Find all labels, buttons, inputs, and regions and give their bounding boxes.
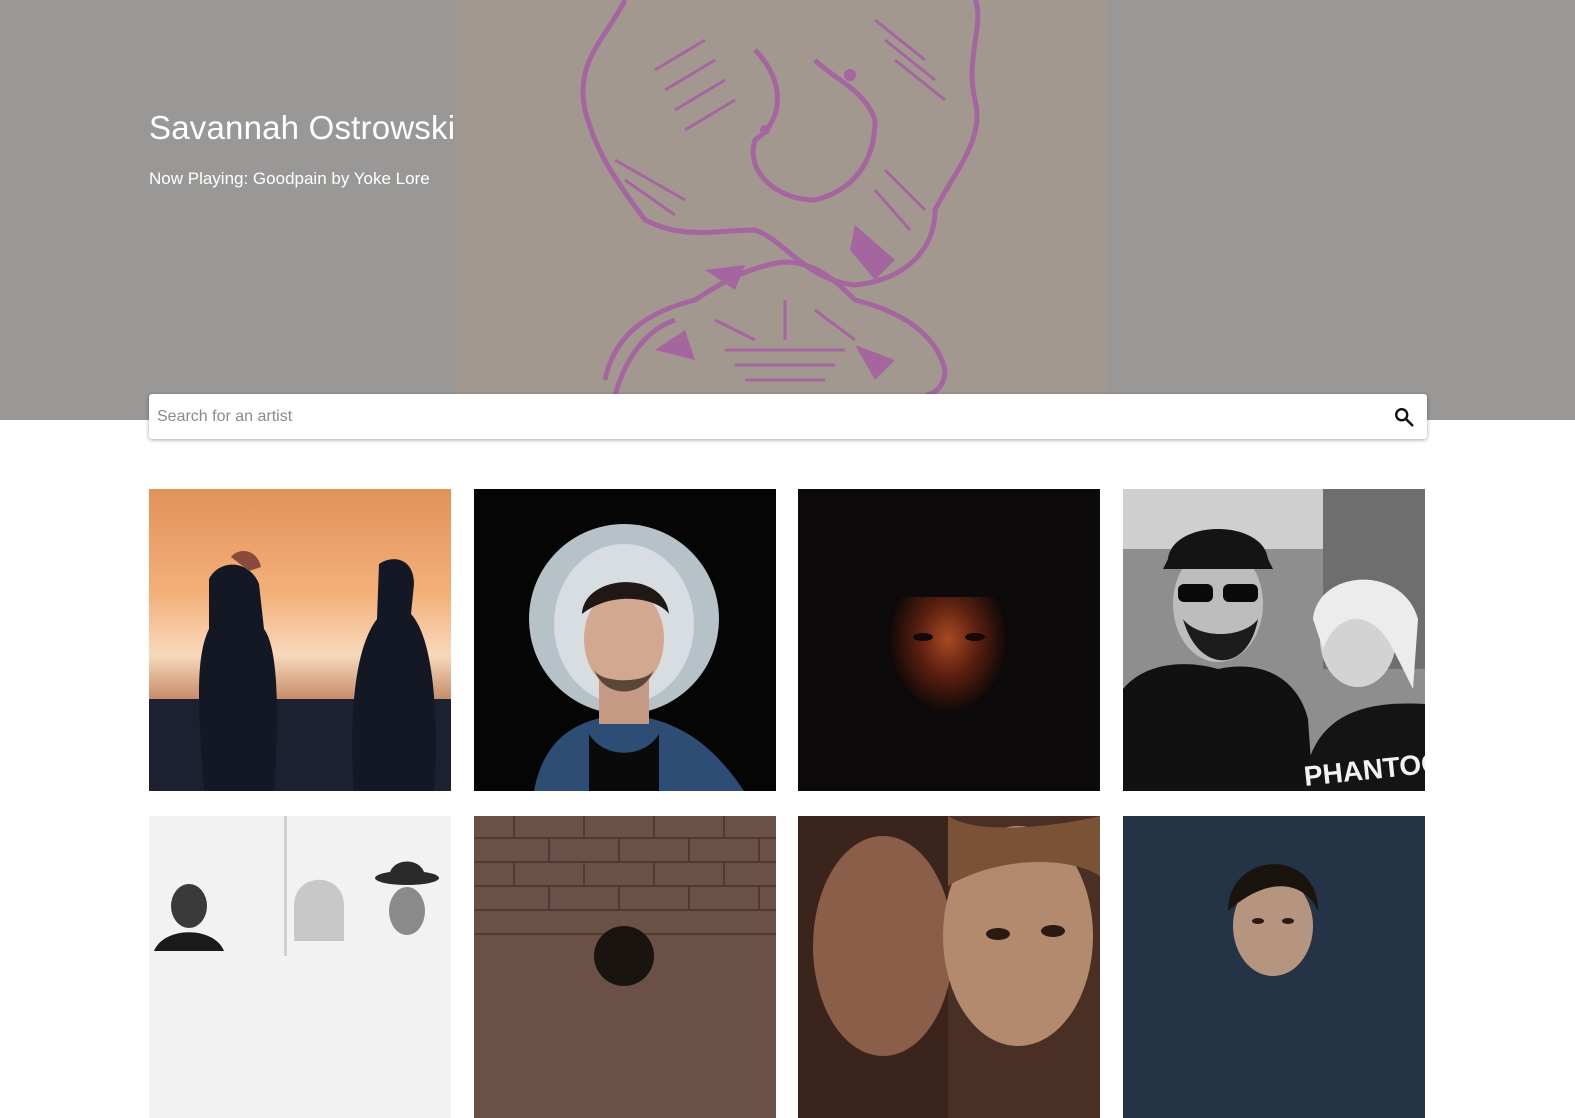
artist-tile[interactable]	[798, 816, 1100, 1118]
artist-image	[1123, 816, 1425, 1118]
artist-image	[474, 489, 776, 791]
search-icon	[1395, 407, 1414, 427]
artist-tile[interactable]: PHANTOG	[1123, 489, 1425, 791]
artist-image: PHANTOG	[1123, 489, 1425, 791]
artist-image	[149, 816, 451, 1118]
artist-tile[interactable]	[474, 816, 776, 1118]
artist-tile[interactable]	[149, 489, 451, 791]
user-name-title: Savannah Ostrowski	[149, 109, 456, 146]
search-input[interactable]	[149, 394, 1381, 439]
artist-image	[798, 489, 1100, 791]
album-art-image	[580, 0, 981, 395]
artist-tile[interactable]	[1123, 816, 1425, 1118]
artist-image	[474, 816, 776, 1118]
artist-search-bar	[149, 394, 1427, 439]
hero-text-block: Savannah Ostrowski Now Playing: Goodpain…	[149, 106, 455, 190]
artist-tile[interactable]	[149, 816, 451, 1118]
search-button[interactable]	[1381, 394, 1427, 439]
artist-image	[149, 489, 451, 791]
artist-image	[798, 816, 1100, 1118]
artist-tile[interactable]	[798, 489, 1100, 791]
artist-tile[interactable]	[474, 489, 776, 791]
now-playing-text: Now Playing: Goodpain by Yoke Lore	[149, 169, 430, 188]
hero-banner: Savannah Ostrowski Now Playing: Goodpain…	[0, 0, 1575, 420]
now-playing-album-art	[455, 0, 1107, 395]
